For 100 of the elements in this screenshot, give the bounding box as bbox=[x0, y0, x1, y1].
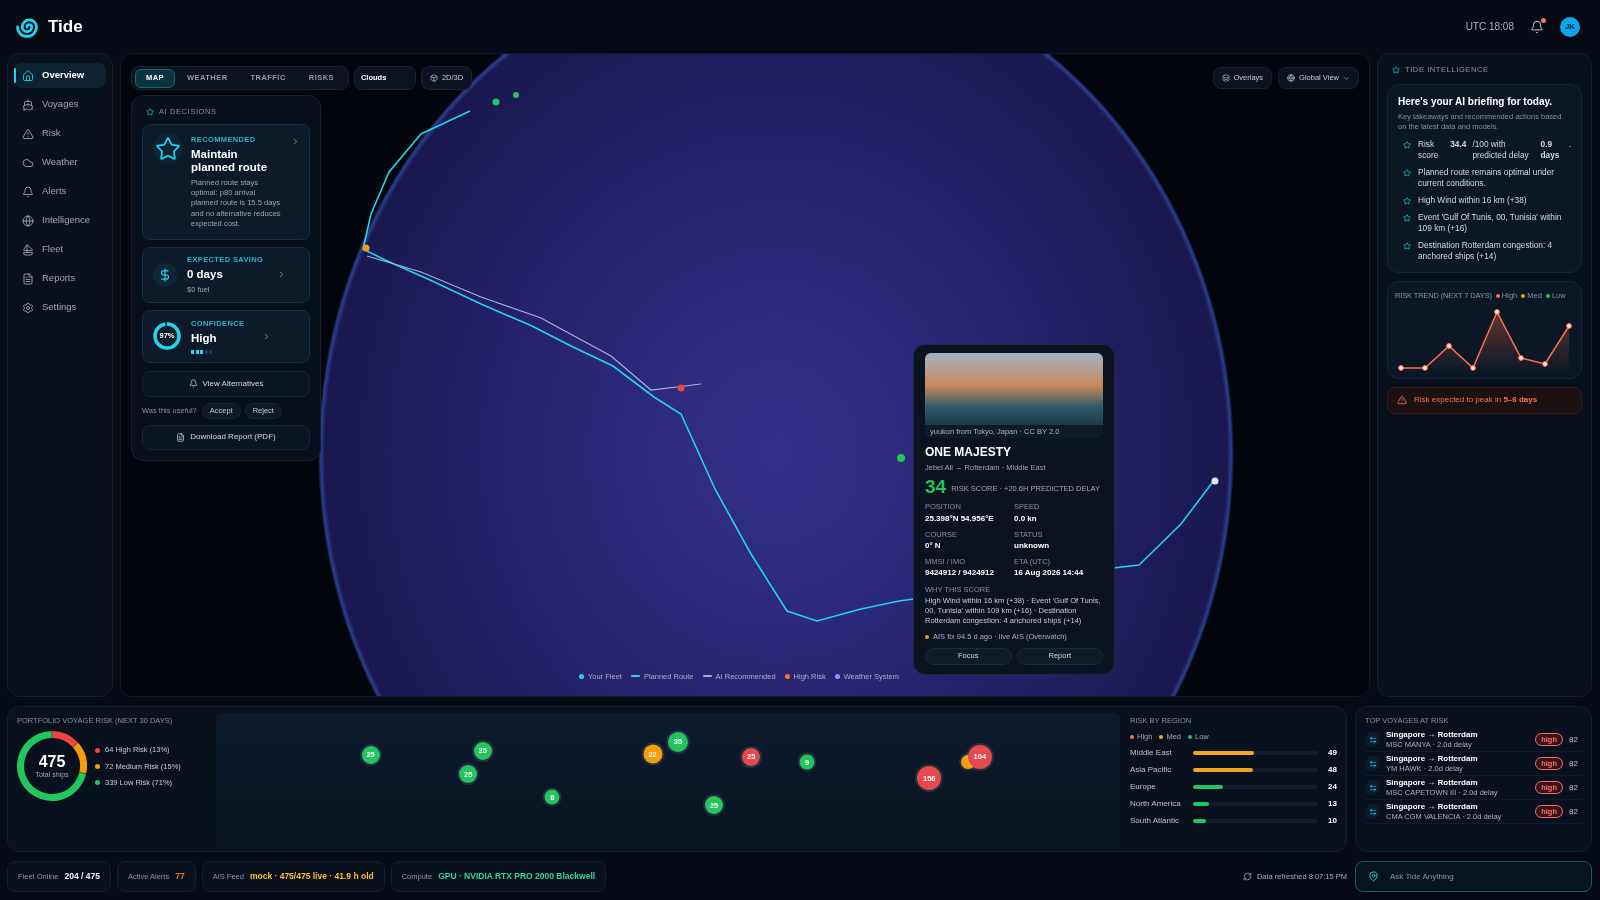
trend-point[interactable] bbox=[1518, 354, 1524, 361]
view-alternatives-button[interactable]: View Alternatives bbox=[142, 370, 310, 397]
region-name: Europe bbox=[1130, 781, 1157, 793]
user-avatar[interactable]: JK bbox=[1560, 16, 1580, 37]
map-pin-icon bbox=[1368, 871, 1379, 882]
field-value: 16 Aug 2026 14:44 bbox=[1014, 567, 1085, 579]
briefing-item: Destination Rotterdam congestion: 4 anchored ships (+14) bbox=[1418, 240, 1554, 263]
star-icon bbox=[146, 107, 154, 116]
warning-icon bbox=[1397, 395, 1407, 405]
trend-point[interactable] bbox=[1446, 342, 1452, 349]
nav-item[interactable]: Overview bbox=[14, 63, 106, 88]
layers-icon bbox=[1221, 74, 1230, 82]
nav-item[interactable]: Voyages bbox=[14, 92, 106, 117]
voyage-score: 82 bbox=[1569, 757, 1579, 770]
briefing-item: High Wind within 16 km (+38) bbox=[1418, 195, 1528, 207]
vessel-marker-icon[interactable] bbox=[362, 244, 370, 252]
document-icon bbox=[22, 272, 34, 285]
status-value: mock · 475/475 live · 41.9 h old bbox=[249, 870, 374, 883]
field-value: 0.0 kn bbox=[1014, 512, 1038, 525]
bell-icon bbox=[188, 379, 198, 389]
refresh-icon[interactable] bbox=[1242, 872, 1252, 881]
sailboat-icon bbox=[22, 243, 34, 256]
chevron-down-icon bbox=[1343, 74, 1350, 82]
field-value: 0° N bbox=[925, 539, 942, 552]
cloud-icon bbox=[22, 156, 34, 169]
briefing-item: Event 'Gulf Of Tunis, 00, Tunisia' within 109 km (+16) bbox=[1418, 212, 1563, 235]
trend-point[interactable] bbox=[1422, 364, 1428, 371]
recommendation-title: Maintain planned route bbox=[191, 147, 269, 174]
document-icon bbox=[176, 432, 186, 442]
cube-icon bbox=[429, 74, 438, 82]
route-icon bbox=[1365, 756, 1380, 772]
warning-icon bbox=[22, 127, 34, 140]
region-name: North America bbox=[1130, 798, 1182, 810]
vessel-marker-icon[interactable] bbox=[677, 384, 685, 392]
vessel-marker-icon[interactable] bbox=[492, 98, 500, 106]
trend-point[interactable] bbox=[1470, 364, 1476, 371]
star-icon bbox=[1403, 242, 1411, 251]
trend-point[interactable] bbox=[1566, 322, 1572, 329]
star-icon bbox=[1403, 141, 1411, 150]
vessel-marker-icon[interactable] bbox=[897, 454, 905, 462]
nav-item[interactable]: Risk bbox=[14, 121, 106, 146]
region-score: 10 bbox=[1328, 815, 1337, 827]
bell-icon bbox=[22, 185, 34, 198]
voyage-score: 82 bbox=[1569, 733, 1579, 746]
chevron-right-icon bbox=[291, 137, 300, 147]
nav-item[interactable]: Intelligence bbox=[14, 208, 106, 233]
trend-point[interactable] bbox=[1398, 364, 1404, 371]
nav-item[interactable]: Weather bbox=[14, 150, 106, 175]
nav-item[interactable]: Fleet bbox=[14, 237, 106, 262]
globe-icon bbox=[22, 214, 34, 227]
bell-icon[interactable] bbox=[1530, 19, 1544, 34]
region-name: South Atlantic bbox=[1130, 815, 1180, 827]
ask-field[interactable]: Ask Tide Anything bbox=[1355, 861, 1592, 892]
field-value: 9424912 / 9424912 bbox=[925, 567, 995, 579]
trend-point[interactable] bbox=[1494, 308, 1500, 315]
globe-icon bbox=[1287, 74, 1296, 82]
voyage-score: 82 bbox=[1569, 805, 1579, 818]
settings-icon bbox=[22, 301, 34, 314]
vessel-marker-icon[interactable] bbox=[1211, 477, 1219, 485]
region-score: 13 bbox=[1328, 798, 1337, 810]
vessel-marker-icon[interactable] bbox=[513, 92, 519, 98]
region-name: Asia Pacific bbox=[1130, 764, 1173, 776]
saving-value: 0 days bbox=[187, 266, 224, 282]
vessel-name: ONE MAJESTY bbox=[925, 444, 1012, 461]
route-icon bbox=[1365, 780, 1380, 796]
nav-item[interactable]: Alerts bbox=[14, 179, 106, 204]
region-score: 49 bbox=[1328, 747, 1337, 759]
chevron-right-icon bbox=[262, 331, 271, 341]
briefing-item: Risk score 34.4 /100 with predicted delay 0.9 days. bbox=[1418, 139, 1571, 162]
nav-item[interactable]: Settings bbox=[14, 295, 106, 320]
star-icon bbox=[1392, 65, 1400, 74]
confidence-value: High bbox=[191, 331, 218, 347]
status-value: 77 bbox=[175, 870, 185, 883]
voyage-score: 82 bbox=[1569, 781, 1579, 794]
dollar-icon bbox=[153, 262, 177, 287]
region-score: 48 bbox=[1328, 764, 1337, 776]
star-icon bbox=[1403, 214, 1411, 223]
voyage-route[interactable]: Singapore → Rotterdam bbox=[1386, 778, 1498, 789]
voyage-route[interactable]: Singapore → Rotterdam bbox=[1386, 730, 1478, 741]
alert-text: Risk expected to peak in 5–6 days bbox=[1414, 394, 1538, 406]
home-icon bbox=[22, 69, 34, 82]
briefing-heading: Here's your AI briefing for today. bbox=[1398, 95, 1554, 110]
field-value: 25.398°N 54.956°E bbox=[925, 512, 995, 525]
status-value: 204 / 475 bbox=[64, 870, 100, 883]
region-score: 24 bbox=[1328, 781, 1337, 793]
risk-score: 34 bbox=[925, 477, 947, 498]
chevron-right-icon bbox=[277, 270, 286, 280]
download-report-button[interactable]: Download Report (PDF) bbox=[142, 424, 310, 450]
globe-map-panel[interactable] bbox=[120, 53, 1370, 697]
status-value: GPU · NVIDIA RTX PRO 2000 Blackwell bbox=[438, 870, 596, 883]
voyage-route[interactable]: Singapore → Rotterdam bbox=[1386, 754, 1478, 765]
voyage-route[interactable]: Singapore → Rotterdam bbox=[1386, 802, 1502, 813]
brand-name: Tide bbox=[48, 15, 83, 38]
nav-item[interactable]: Reports bbox=[14, 266, 106, 291]
briefing-item: Planned route remains optimal under current conditions. bbox=[1418, 167, 1556, 190]
star-icon bbox=[1403, 197, 1411, 206]
star-icon bbox=[1403, 169, 1411, 178]
trend-point[interactable] bbox=[1542, 360, 1548, 367]
ship-icon bbox=[22, 98, 34, 111]
route-icon bbox=[1365, 804, 1380, 820]
